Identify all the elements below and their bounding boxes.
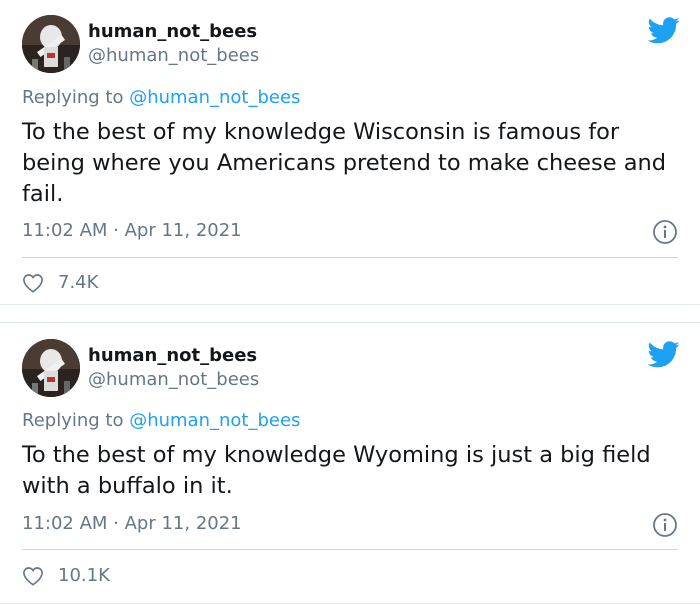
tweet-text: To the best of my knowledge Wisconsin is… [22,119,667,207]
heart-icon [23,566,43,586]
tweet-header: human_not_bees @human_not_bees [22,15,682,75]
info-icon[interactable] [652,512,678,542]
replying-prefix: Replying to [22,87,130,108]
tweet-card[interactable]: human_not_bees @human_not_bees Replying … [0,0,700,305]
tweet-timestamp[interactable]: 11:02 AM · Apr 11, 2021 [22,220,242,241]
like-count: 10.1K [58,565,110,586]
divider [22,549,678,550]
user-handle[interactable]: @human_not_bees [88,369,259,390]
tweet-text: To the best of my knowledge Wyoming is j… [22,442,651,499]
display-name[interactable]: human_not_bees [88,345,257,366]
like-count: 7.4K [58,272,99,293]
twitter-bird-icon[interactable] [647,17,680,48]
replying-to-mention[interactable]: @human_not_bees [129,87,300,108]
replying-to: Replying to @human_not_bees [22,87,300,108]
heart-icon [23,273,43,293]
user-handle[interactable]: @human_not_bees [88,45,259,66]
replying-prefix: Replying to [22,410,130,431]
tweet-header: human_not_bees @human_not_bees [22,339,682,399]
replying-to: Replying to @human_not_bees [22,410,300,431]
tweet-card[interactable]: human_not_bees @human_not_bees Replying … [0,322,700,604]
display-name[interactable]: human_not_bees [88,21,257,42]
avatar[interactable] [22,15,80,73]
replying-to-mention[interactable]: @human_not_bees [129,410,300,431]
info-icon[interactable] [652,219,678,249]
like-button[interactable]: 7.4K [22,272,98,293]
avatar[interactable] [22,339,80,397]
divider [22,257,678,258]
like-button[interactable]: 10.1K [22,565,110,586]
twitter-bird-icon[interactable] [647,341,680,372]
tweet-timestamp[interactable]: 11:02 AM · Apr 11, 2021 [22,513,242,534]
